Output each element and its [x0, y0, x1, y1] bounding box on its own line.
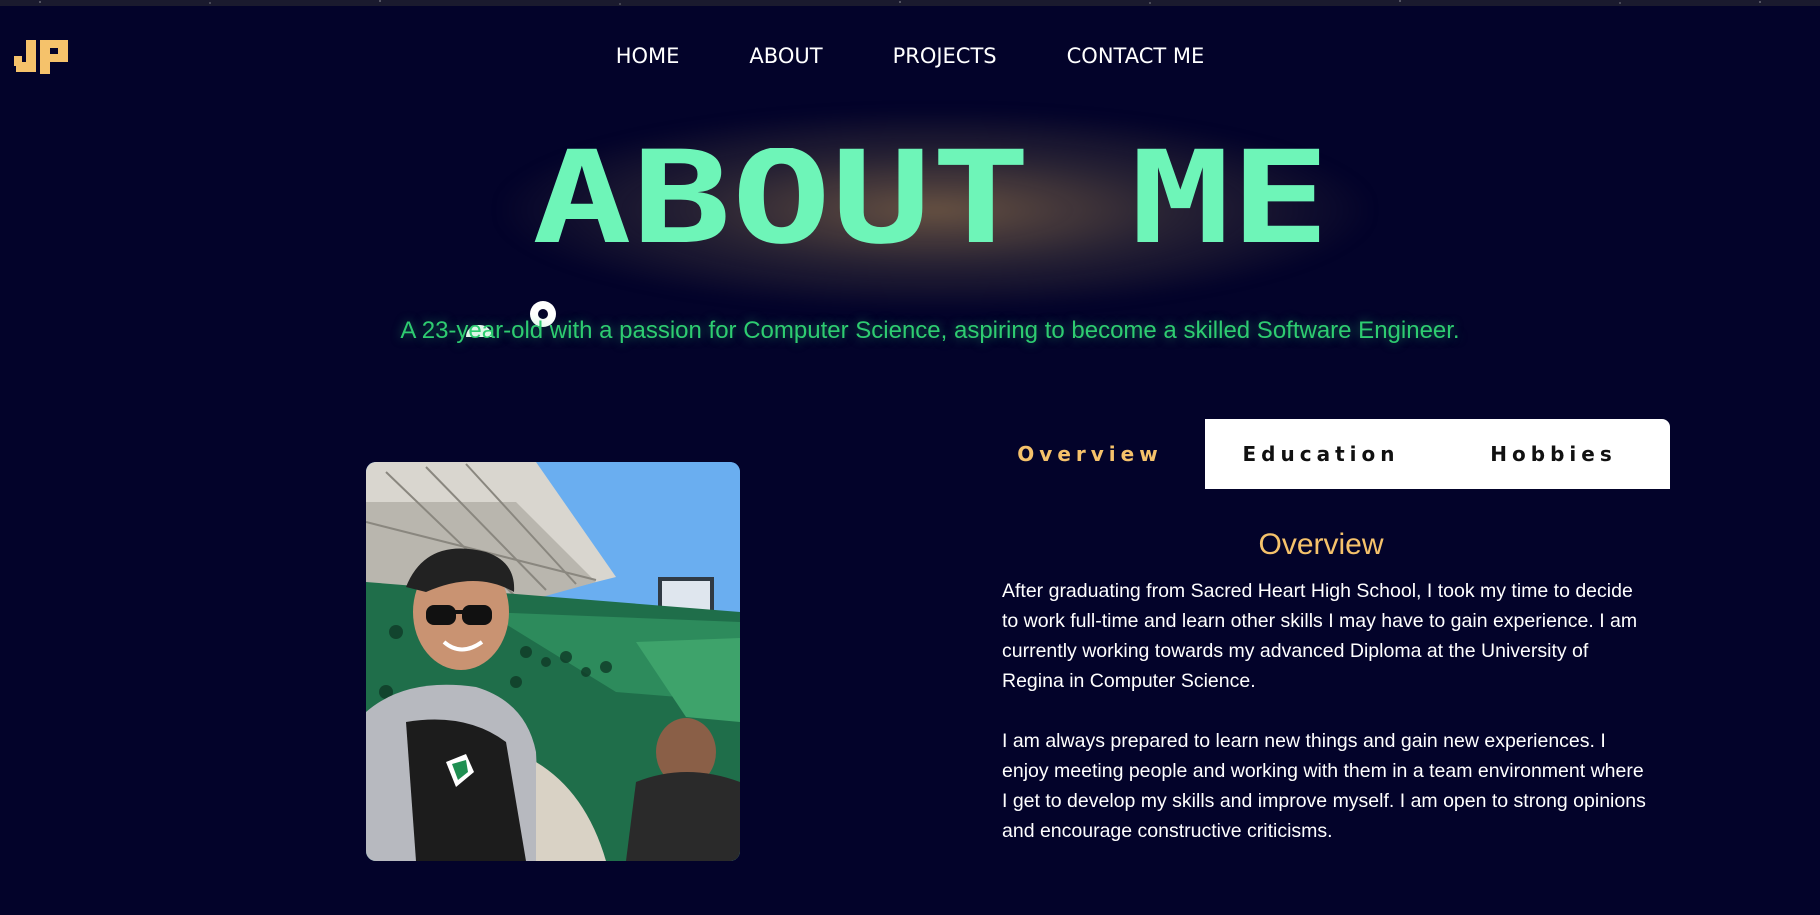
hero-title-text: ABOUT ME	[532, 148, 1330, 246]
tab-overview[interactable]: Overview	[975, 419, 1205, 489]
starfield-strip	[0, 0, 1820, 6]
main-nav: HOME ABOUT PROJECTS CONTACT ME	[0, 44, 1820, 68]
nav-about-link[interactable]: ABOUT	[749, 44, 822, 68]
section-title: Overview	[1258, 528, 1384, 561]
nav-home-link[interactable]: HOME	[616, 44, 680, 68]
hero-subtitle: A 23-year-old with a passion for Compute…	[400, 317, 1460, 344]
profile-photo	[366, 462, 740, 861]
about-tabs: Overview Education Hobbies	[975, 419, 1670, 489]
about-page: HOME ABOUT PROJECTS CONTACT ME ABOUT ME …	[0, 0, 1820, 915]
nav-projects-link[interactable]: PROJECTS	[893, 44, 997, 68]
overview-paragraph-1: After graduating from Sacred Heart High …	[1002, 580, 1638, 692]
overview-paragraph-2: I am always prepared to learn new things…	[1002, 730, 1646, 842]
profile-photo-illustration	[366, 462, 740, 861]
hero-title: ABOUT ME	[532, 148, 1330, 246]
tab-education[interactable]: Education	[1205, 419, 1437, 489]
tab-hobbies[interactable]: Hobbies	[1437, 419, 1670, 489]
nav-contact-link[interactable]: CONTACT ME	[1067, 44, 1205, 68]
